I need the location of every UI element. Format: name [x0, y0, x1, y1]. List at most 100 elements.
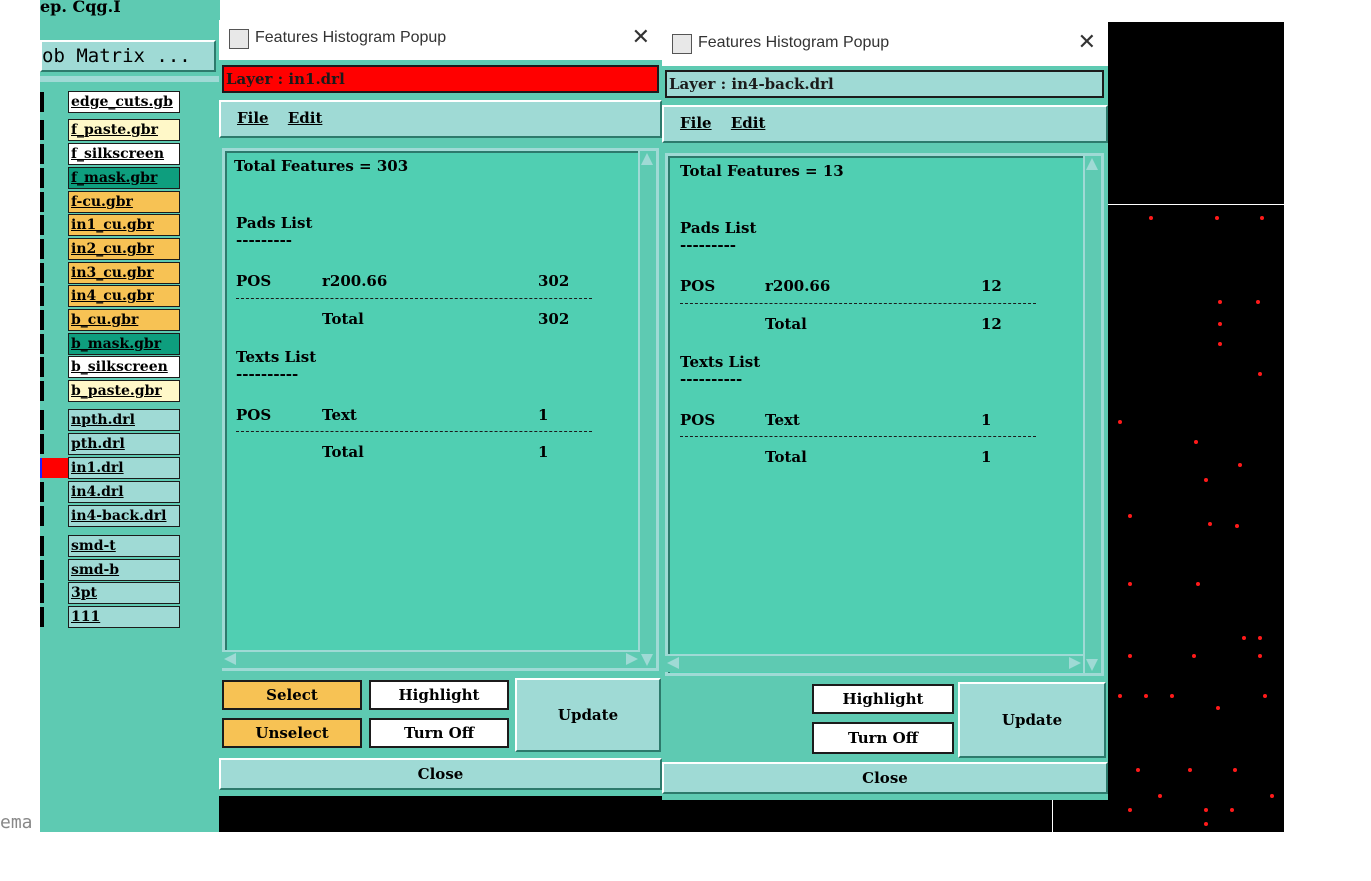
highlight-button[interactable]: Highlight — [812, 684, 954, 714]
scroll-down-arrow-icon[interactable] — [641, 654, 653, 666]
menu-file[interactable]: File — [237, 109, 269, 127]
layer-row-marker — [40, 410, 44, 430]
turn-off-button[interactable]: Turn Off — [812, 722, 954, 754]
turn-off-button[interactable]: Turn Off — [369, 718, 509, 748]
layer-row[interactable]: in2_cu.gbr — [68, 238, 180, 260]
unselect-button[interactable]: Unselect — [222, 718, 362, 748]
text-total-count: 1 — [538, 443, 549, 461]
drill-hole-dot — [1128, 582, 1132, 586]
layer-row[interactable]: smd-b — [68, 559, 180, 581]
scroll-up-arrow-icon[interactable] — [1086, 158, 1098, 170]
layer-row-marker — [40, 310, 44, 330]
close-button[interactable]: Close — [662, 762, 1108, 794]
layer-row[interactable]: 3pt — [68, 582, 180, 604]
text-row-type: POS — [236, 406, 272, 424]
scroll-down-arrow-icon[interactable] — [1086, 659, 1098, 671]
layer-row-marker — [40, 286, 44, 306]
horizontal-scrollbar[interactable] — [665, 654, 1083, 672]
texts-list-rule: ---------- — [680, 370, 743, 388]
layer-row[interactable]: in1.drl — [68, 457, 180, 479]
select-button[interactable]: Select — [222, 680, 362, 710]
layer-row[interactable]: b_paste.gbr — [68, 380, 180, 402]
menu-file[interactable]: File — [680, 114, 712, 132]
menu-edit[interactable]: Edit — [731, 114, 766, 132]
layer-row[interactable]: b_silkscreen — [68, 356, 180, 378]
pad-separator — [680, 303, 1036, 305]
graphics-canvas[interactable] — [1108, 22, 1284, 832]
layer-row[interactable]: smd-t — [68, 535, 180, 557]
layer-row-marker — [40, 560, 44, 580]
layer-row[interactable]: f_silkscreen — [68, 143, 180, 165]
canvas-vline — [1052, 800, 1053, 832]
layer-row[interactable]: edge_cuts.gb — [68, 91, 180, 113]
close-icon[interactable]: ✕ — [632, 24, 650, 50]
layer-row-marker — [40, 482, 44, 502]
drill-hole-dot — [1218, 300, 1222, 304]
text-separator — [236, 431, 592, 433]
menu-bar: File Edit — [219, 100, 662, 138]
vertical-scrollbar[interactable] — [1083, 156, 1101, 673]
text-total-count: 1 — [981, 448, 992, 466]
text-separator — [680, 436, 1036, 438]
layer-label: Layer : in4-back.drl — [665, 70, 1104, 98]
layer-row[interactable]: b_mask.gbr — [68, 333, 180, 355]
layer-row[interactable]: f_mask.gbr — [68, 167, 180, 189]
layer-row-marker — [42, 458, 68, 478]
layer-row[interactable]: f-cu.gbr — [68, 191, 180, 213]
scroll-left-arrow-icon[interactable] — [224, 653, 236, 665]
pad-total-label: Total — [765, 315, 807, 333]
drill-hole-dot — [1128, 654, 1132, 658]
layer-row-marker — [40, 381, 44, 401]
layer-row[interactable]: f_paste.gbr — [68, 119, 180, 141]
layer-row-marker — [40, 334, 44, 354]
close-icon[interactable]: ✕ — [1078, 29, 1096, 55]
canvas-strip — [662, 800, 1108, 832]
canvas-profile-line — [1108, 204, 1284, 205]
layer-row-marker — [40, 92, 44, 112]
layer-row[interactable]: in4_cu.gbr — [68, 285, 180, 307]
drill-hole-dot — [1136, 768, 1140, 772]
drill-hole-dot — [1256, 300, 1260, 304]
horizontal-scrollbar[interactable] — [222, 650, 640, 668]
drill-hole-dot — [1192, 654, 1196, 658]
layer-row-marker — [40, 434, 44, 454]
histogram-text-area[interactable]: Total Features = 13 Pads List --------- … — [665, 153, 1104, 676]
layer-row[interactable]: npth.drl — [68, 409, 180, 431]
layer-row-marker — [40, 263, 44, 283]
pad-total-count: 302 — [538, 310, 570, 328]
layer-row[interactable]: in1_cu.gbr — [68, 214, 180, 236]
layer-row-marker — [40, 506, 44, 526]
update-button[interactable]: Update — [515, 678, 661, 752]
layer-row[interactable]: 111 — [68, 606, 180, 628]
close-button[interactable]: Close — [219, 758, 662, 790]
job-matrix-button[interactable]: ob Matrix ... — [40, 40, 216, 72]
layer-row[interactable]: in4-back.drl — [68, 505, 180, 527]
drill-hole-dot — [1204, 822, 1208, 826]
drill-hole-dot — [1194, 440, 1198, 444]
layer-row[interactable]: in3_cu.gbr — [68, 262, 180, 284]
layer-row[interactable]: in4.drl — [68, 481, 180, 503]
vertical-scrollbar[interactable] — [638, 151, 656, 668]
scroll-right-arrow-icon[interactable] — [626, 653, 638, 665]
histogram-text-area[interactable]: Total Features = 303 Pads List ---------… — [222, 148, 659, 671]
highlight-button[interactable]: Highlight — [369, 680, 509, 710]
update-button[interactable]: Update — [958, 682, 1106, 758]
drill-hole-dot — [1216, 706, 1220, 710]
text-total-label: Total — [322, 443, 364, 461]
layer-row[interactable]: b_cu.gbr — [68, 309, 180, 331]
text-row-count: 1 — [538, 406, 549, 424]
pad-separator — [236, 298, 592, 300]
scroll-up-arrow-icon[interactable] — [641, 153, 653, 165]
drill-hole-dot — [1235, 524, 1239, 528]
layer-row-marker — [40, 357, 44, 377]
pad-row-count: 302 — [538, 272, 570, 290]
drill-hole-dot — [1215, 216, 1219, 220]
pad-row-type: POS — [236, 272, 272, 290]
pad-row-count: 12 — [981, 277, 1002, 295]
scroll-left-arrow-icon[interactable] — [667, 657, 679, 669]
menu-edit[interactable]: Edit — [288, 109, 323, 127]
layer-row[interactable]: pth.drl — [68, 433, 180, 455]
layer-label: Layer : in1.drl — [222, 65, 659, 93]
scroll-right-arrow-icon[interactable] — [1069, 657, 1081, 669]
pads-list-header: Pads List — [680, 219, 757, 237]
